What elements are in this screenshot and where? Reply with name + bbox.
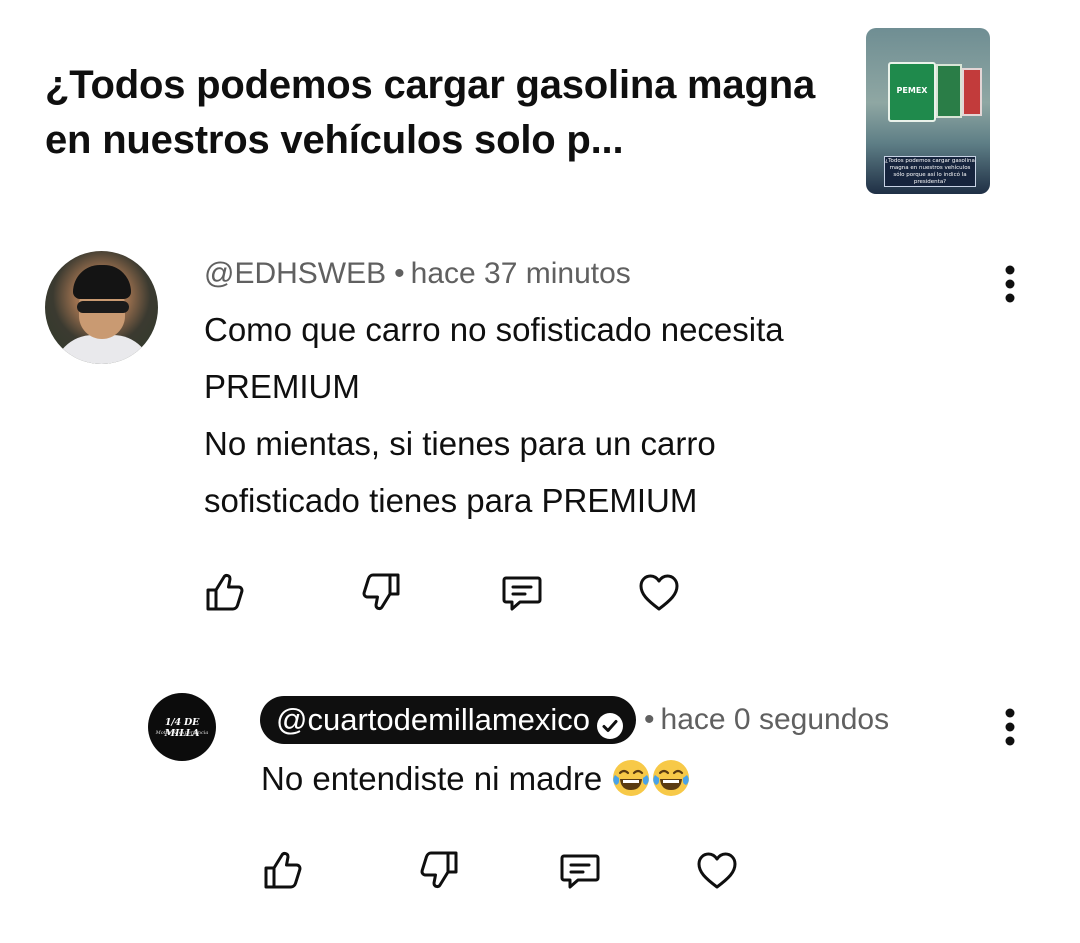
avatar-sunglasses	[77, 301, 129, 313]
comment-line: No entendiste ni madre	[261, 760, 603, 797]
comment-time: hace 0 segundos	[660, 703, 890, 737]
comment-meta: @cuartodemillamexico • hace 0 segundos	[260, 695, 890, 745]
thumbnail-price-board	[936, 64, 962, 118]
comment-author[interactable]: @EDHSWEB	[204, 257, 386, 290]
comment-text: No entendiste ni madre	[261, 750, 961, 807]
face-with-tears-of-joy-icon	[651, 758, 691, 798]
comment-line: PREMIUM	[204, 368, 360, 405]
thumbnail-caption: ¿Todos podemos cargar gasolina magna en …	[884, 156, 976, 187]
thumbnail-sign-text: PEMEX	[896, 86, 928, 95]
verified-check-icon	[596, 706, 624, 739]
video-thumbnail[interactable]: PEMEX ¿Todos podemos cargar gasolina mag…	[866, 28, 990, 194]
heart-icon[interactable]	[635, 568, 683, 616]
more-vertical-icon[interactable]	[995, 260, 1025, 308]
thumbs-down-icon[interactable]	[416, 846, 464, 894]
comment-line: No mientas, si tienes para un carro	[204, 425, 716, 462]
separator-dot: •	[644, 703, 655, 737]
thumbs-up-icon[interactable]	[258, 846, 306, 894]
thumbs-up-icon[interactable]	[200, 568, 248, 616]
comment-text: Como que carro no sofisticado necesita P…	[204, 301, 964, 529]
thumbnail-price-board-red	[962, 68, 982, 116]
comment-line: Como que carro no sofisticado necesita	[204, 311, 784, 348]
avatar-hair	[73, 265, 131, 299]
avatar[interactable]	[45, 251, 158, 364]
channel-avatar[interactable]: 1/4 DE MILLA Motor & experiencia	[148, 693, 216, 761]
comment-line: sofisticado tienes para PREMIUM	[204, 482, 698, 519]
comment-meta: @EDHSWEB • hace 37 minutos	[204, 254, 631, 294]
comment-icon[interactable]	[498, 568, 546, 616]
video-title[interactable]: ¿Todos podemos cargar gasolina magna en …	[45, 58, 835, 168]
comments-screen: ¿Todos podemos cargar gasolina magna en …	[0, 0, 1080, 943]
comment-icon[interactable]	[556, 846, 604, 894]
more-vertical-icon[interactable]	[995, 703, 1025, 751]
channel-logo-tagline: Motor & experiencia	[155, 730, 209, 736]
owner-author-chip[interactable]: @cuartodemillamexico	[260, 696, 637, 745]
comment-author: @cuartodemillamexico	[276, 702, 591, 738]
avatar-shirt	[53, 335, 153, 364]
thumbnail-sign: PEMEX	[888, 62, 936, 122]
face-with-tears-of-joy-icon	[611, 758, 651, 798]
comment-time: hace 37 minutos	[410, 257, 631, 290]
separator-dot: •	[394, 257, 405, 290]
heart-icon[interactable]	[693, 846, 741, 894]
thumbs-down-icon[interactable]	[358, 568, 406, 616]
